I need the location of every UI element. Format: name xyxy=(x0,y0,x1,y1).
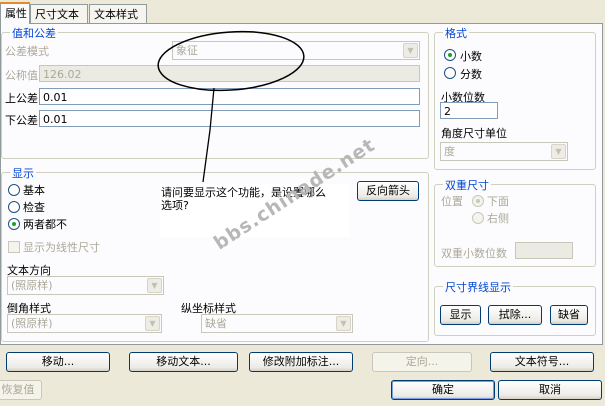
move-text-button[interactable]: 移动文本... xyxy=(129,352,238,372)
restore-values-button[interactable]: 恢复值 xyxy=(0,380,42,400)
orient-button[interactable]: 定向... xyxy=(372,352,472,372)
tab-properties[interactable]: 属性 xyxy=(0,2,30,24)
annotation-pointer-line xyxy=(202,87,215,183)
annotation-drawing xyxy=(157,30,305,183)
modify-annotation-button[interactable]: 修改附加标注... xyxy=(249,352,353,372)
cancel-button[interactable]: 取消 xyxy=(498,380,602,400)
move-button[interactable]: 移动... xyxy=(6,352,110,372)
annotation-ellipse xyxy=(157,30,305,92)
ok-button[interactable]: 确定 xyxy=(391,380,495,400)
text-symbol-button[interactable]: 文本符号... xyxy=(490,352,594,372)
